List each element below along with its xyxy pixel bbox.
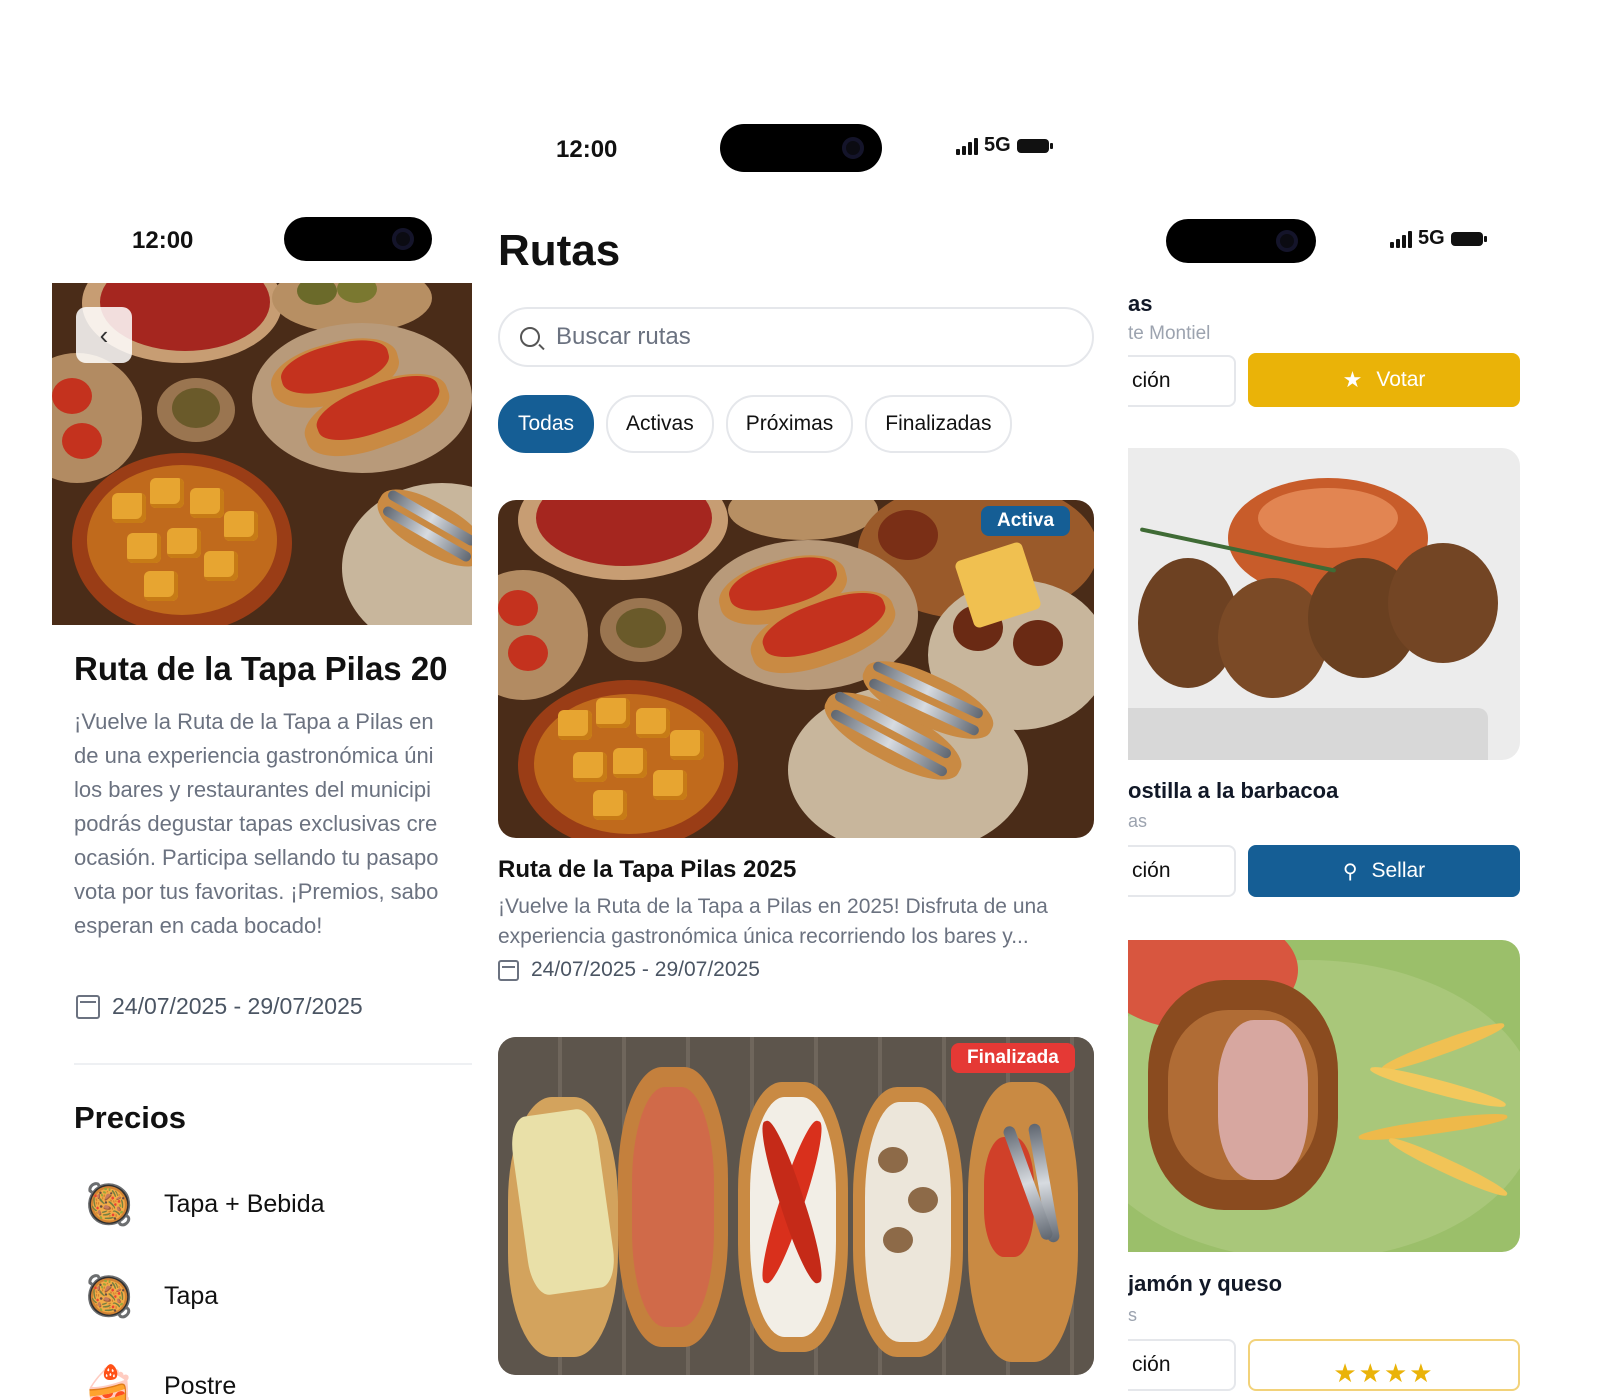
filter-todas[interactable]: Todas [498,395,595,453]
tapa-subtitle: s [1128,1305,1137,1325]
rating-stars[interactable]: ★★★★ [1248,1339,1520,1391]
signal-icon [1390,230,1412,248]
chevron-left-icon: ‹ [99,319,109,350]
route-card-title[interactable]: Ruta de la Tapa Pilas 2025 [498,856,796,884]
route-dates: 24/07/2025 - 29/07/2025 [76,993,363,1020]
dynamic-island [1166,219,1316,263]
divider [74,1063,472,1065]
prices-title: Precios [74,1100,187,1135]
star-icon: ★ [1342,367,1363,392]
cake-icon: 🍰 [84,1364,134,1400]
search-icon [520,327,540,347]
calendar-icon [76,994,100,1019]
price-item: 🍰 Postre [80,1357,236,1400]
detail-screen: 12:00 ‹ Ruta de la Tapa Pilas 20 ¡Vuelve… [52,205,472,1400]
tapa-image [1128,448,1520,760]
dynamic-island [284,217,432,261]
establishment-address: te Montiel [1128,323,1211,344]
info-button[interactable]: ción [1128,1339,1236,1391]
route-card-description: ¡Vuelve la Ruta de la Tapa a Pilas en 20… [498,895,1048,948]
status-time: 12:00 [556,136,618,163]
search-input[interactable] [554,322,1038,352]
tapa-subtitle: as [1128,811,1148,831]
route-hero-image: ‹ [52,283,472,625]
tapa-title: ostilla a la barbacoa [1128,778,1339,803]
status-time: 12:00 [132,227,194,254]
route-card-image[interactable] [498,1037,1094,1375]
calendar-icon [498,959,519,981]
filter-finalizadas[interactable]: Finalizadas [865,395,1012,453]
route-card-image[interactable] [498,500,1094,838]
establishment-name: as [1128,291,1153,316]
battery-icon [1450,231,1487,246]
route-title: Ruta de la Tapa Pilas 20 [74,650,448,687]
route-description: ¡Vuelve la Ruta de la Tapa a Pilas en de… [74,709,439,938]
tapas-list-screen: 5G as te Montiel ción ★ Votar ostilla a … [1128,205,1548,1400]
status-indicators: 5G [1390,227,1487,250]
filter-activas[interactable]: Activas [606,395,714,453]
status-badge: Activa [981,506,1071,536]
vote-button[interactable]: ★ Votar [1248,353,1520,407]
price-item: 🥘 Tapa [80,1267,218,1325]
tapa-title: jamón y queso [1128,1271,1283,1296]
info-button[interactable]: ción [1128,845,1236,897]
status-badge: Finalizada [951,1043,1075,1073]
status-indicators: 5G [956,134,1053,157]
signal-icon [956,137,978,155]
battery-icon [1016,138,1053,153]
price-item: 🥘 Tapa + Bebida [80,1175,324,1233]
page-title: Rutas [498,226,621,275]
search-bar[interactable] [498,307,1094,367]
info-button[interactable]: ción [1128,355,1236,407]
paella-icon: 🥘 [84,1182,134,1227]
stamp-icon: ⚲ [1342,860,1358,883]
filter-proximas[interactable]: Próximas [725,395,854,453]
stamp-button[interactable]: ⚲ Sellar [1248,845,1520,897]
tapa-image [1128,940,1520,1252]
back-button[interactable]: ‹ [76,307,132,363]
dynamic-island [720,124,882,172]
route-card-dates: 24/07/2025 - 29/07/2025 [498,958,760,982]
paella-icon: 🥘 [84,1274,134,1319]
filter-tabs: Todas Activas Próximas Finalizadas [498,395,1012,453]
routes-screen: 12:00 5G Rutas Todas Activas Próximas Fi… [488,112,1112,1400]
